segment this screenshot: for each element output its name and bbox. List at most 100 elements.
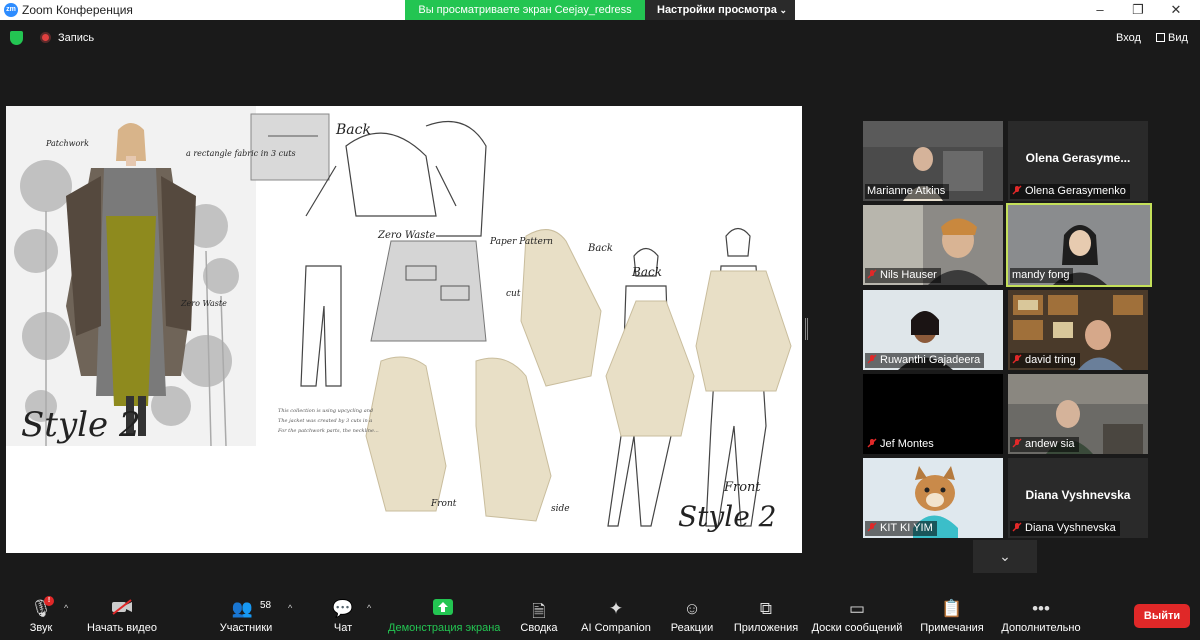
participant-name: Ruwanthi Gajadeera	[880, 354, 981, 366]
apps-icon: ⧉	[759, 599, 773, 618]
participant-namebar: andew sia	[1010, 437, 1079, 452]
participants-button[interactable]: 👥 58 Участники	[214, 585, 278, 640]
participant-tile[interactable]: Jef Montes	[863, 374, 1003, 454]
fashion-moodboard-image: Style 2 Back Zero Waste Paper Pattern cu…	[6, 106, 792, 533]
participant-name: Nils Hauser	[880, 269, 937, 281]
start-video-button[interactable]: Начать видео	[82, 585, 162, 640]
svg-text:Back: Back	[335, 122, 371, 138]
gallery-scroll-down-button[interactable]: ⌄	[973, 540, 1037, 573]
svg-text:Back: Back	[631, 265, 662, 279]
svg-text:Patchwork: Patchwork	[45, 139, 89, 148]
enter-button[interactable]: Вход	[1116, 32, 1141, 44]
chat-icon: 💬	[332, 599, 354, 618]
participant-name: david tring	[1025, 354, 1076, 366]
whiteboards-label: Доски сообщений	[811, 622, 903, 634]
audio-options-chevron-icon[interactable]: ^	[64, 603, 68, 613]
apps-button[interactable]: ⧉ Приложения	[730, 585, 802, 640]
participant-name: Diana Vyshnevska	[1025, 522, 1116, 534]
view-settings-button[interactable]: Настройки просмотра ⌄	[645, 0, 795, 20]
participant-namebar: KIT KI YIM	[865, 521, 937, 536]
participants-options-chevron-icon[interactable]: ^	[288, 603, 292, 613]
reactions-label: Реакции	[670, 622, 714, 634]
participant-tile[interactable]: Diana Vyshnevska Diana Vyshnevska	[1008, 458, 1148, 538]
shared-screen[interactable]: Style 2 Back Zero Waste Paper Pattern cu…	[6, 106, 802, 553]
chat-options-chevron-icon[interactable]: ^	[367, 603, 371, 613]
audio-button[interactable]: 🎙 ! Звук	[18, 585, 64, 640]
video-off-icon	[111, 599, 133, 620]
participant-tile[interactable]: Olena Gerasyme... Olena Gerasymenko	[1008, 121, 1148, 201]
participant-display-name: Olena Gerasyme...	[1025, 151, 1131, 165]
window-title: Zoom Конференция	[22, 3, 133, 17]
svg-text:For the patchwork parts, the n: For the patchwork parts, the neckline...	[277, 428, 379, 434]
recording-label[interactable]: Запись	[58, 32, 94, 44]
participant-display-name: Diana Vyshnevska	[1025, 488, 1131, 502]
chevron-down-icon: ⌄	[779, 5, 787, 15]
mic-muted-icon	[867, 269, 877, 279]
participant-name: andew sia	[1025, 438, 1075, 450]
svg-text:Zero Waste: Zero Waste	[180, 299, 227, 308]
participant-name: mandy fong	[1010, 268, 1074, 283]
close-icon[interactable]: ✕	[1158, 0, 1194, 20]
participant-namebar: Ruwanthi Gajadeera	[865, 353, 985, 368]
share-banner: Вы просматриваете экран Ceejay_redress	[405, 0, 645, 20]
whiteboard-icon: ▭	[848, 599, 866, 618]
notes-label: Примечания	[920, 622, 984, 634]
more-dots-icon: •••	[1032, 599, 1050, 618]
share-screen-button[interactable]: Демонстрация экрана	[388, 585, 500, 640]
svg-text:This collection is using upcyc: This collection is using upcycling and	[278, 408, 373, 414]
meeting-toolbar: 🎙 ! Звук ^ Начать видео 👥 58 Участники ^…	[0, 585, 1200, 640]
view-settings-label: Настройки просмотра	[657, 4, 777, 16]
participant-name: Olena Gerasymenko	[1025, 185, 1126, 197]
summary-label: Сводка	[520, 622, 558, 634]
svg-text:The jacket was created by 3 cu: The jacket was created by 3 cuts in a	[278, 418, 372, 424]
maximize-icon[interactable]: ❐	[1120, 0, 1156, 20]
participant-tile[interactable]: Ruwanthi Gajadeera	[863, 290, 1003, 370]
mic-muted-icon	[1012, 438, 1022, 448]
ai-companion-button[interactable]: ✦ AI Companion	[578, 585, 654, 640]
participant-namebar: david tring	[1010, 353, 1080, 368]
mic-muted-icon	[1012, 185, 1022, 195]
shield-icon[interactable]	[10, 31, 23, 45]
sparkle-icon: ✦	[608, 599, 624, 618]
participant-name: Jef Montes	[880, 438, 934, 450]
more-label: Дополнительно	[1001, 622, 1081, 634]
participant-tile[interactable]: andew sia	[1008, 374, 1148, 454]
participant-name: KIT KI YIM	[880, 522, 933, 534]
participant-namebar: Nils Hauser	[865, 268, 941, 283]
participant-tile-active-speaker[interactable]: mandy fong	[1006, 203, 1152, 287]
audio-label: Звук	[29, 622, 53, 634]
participants-count: 58	[260, 600, 272, 611]
summary-button[interactable]: 🗎 Сводка	[516, 585, 562, 640]
svg-text:Front: Front	[430, 499, 457, 509]
svg-text:Style 2: Style 2	[21, 405, 141, 445]
whiteboards-button[interactable]: ▭ Доски сообщений	[808, 585, 906, 640]
mic-muted-icon	[867, 522, 877, 532]
reactions-button[interactable]: ☺ Реакции	[666, 585, 718, 640]
view-button[interactable]: Вид	[1156, 32, 1188, 44]
mic-muted-icon	[867, 354, 877, 364]
participant-tile[interactable]: david tring	[1008, 290, 1148, 370]
svg-text:side: side	[551, 504, 570, 514]
svg-text:Style 2: Style 2	[678, 500, 777, 533]
meeting-topbar: Запись Вход Вид	[0, 20, 1200, 56]
grid-icon	[1156, 33, 1165, 42]
leave-button[interactable]: Выйти	[1134, 604, 1190, 628]
participant-tile[interactable]: Nils Hauser	[863, 205, 1003, 285]
chat-label: Чат	[333, 622, 353, 634]
participant-namebar: Olena Gerasymenko	[1010, 184, 1130, 199]
svg-text:Paper Pattern: Paper Pattern	[489, 237, 553, 247]
chat-button[interactable]: 💬 Чат	[322, 585, 364, 640]
chevron-down-icon: ⌄	[999, 548, 1011, 564]
view-label: Вид	[1168, 32, 1188, 44]
participants-icon: 👥	[231, 599, 253, 618]
svg-text:cut: cut	[506, 289, 521, 299]
notes-button[interactable]: 📋 Примечания	[914, 585, 990, 640]
notes-icon: 📋	[941, 599, 963, 618]
mic-muted-icon	[1012, 354, 1022, 364]
more-button[interactable]: ••• Дополнительно	[998, 585, 1084, 640]
participant-name: Marianne Atkins	[865, 184, 950, 199]
splitter-handle[interactable]	[805, 318, 808, 340]
participant-tile[interactable]: Marianne Atkins	[863, 121, 1003, 201]
participant-tile[interactable]: KIT KI YIM	[863, 458, 1003, 538]
minimize-icon[interactable]: –	[1082, 0, 1118, 20]
